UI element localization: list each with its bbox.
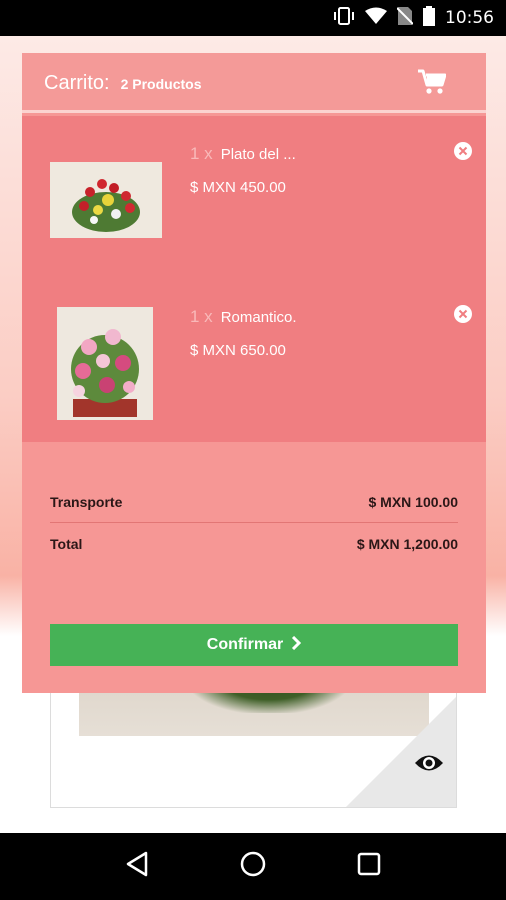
confirm-button[interactable]: Confirmar	[50, 624, 458, 666]
cart-item: 1 x Romantico. $ MXN 650.00	[22, 279, 486, 429]
wifi-icon	[365, 7, 387, 30]
item-quantity: 1 x	[190, 144, 213, 163]
eye-icon[interactable]	[414, 752, 444, 779]
navigation-bar	[0, 833, 506, 900]
item-quantity: 1 x	[190, 307, 213, 326]
cart-item: 1 x Plato del ... $ MXN 450.00	[22, 116, 486, 266]
total-label: Total	[50, 536, 83, 552]
recents-icon[interactable]	[357, 852, 381, 881]
home-icon[interactable]	[240, 851, 266, 882]
total-row: Total $ MXN 1,200.00	[50, 536, 458, 552]
battery-icon	[423, 5, 435, 31]
cart-item-count: 2 Productos	[120, 76, 202, 92]
shipping-label: Transporte	[50, 494, 123, 510]
item-thumbnail	[50, 162, 162, 238]
item-price: $ MXN 450.00	[190, 179, 286, 196]
cart-header: Carrito: 2 Productos	[22, 53, 486, 113]
total-value: $ MXN 1,200.00	[356, 536, 458, 552]
close-icon	[458, 309, 468, 319]
item-name[interactable]: Plato del ...	[221, 146, 296, 163]
summary-divider	[50, 522, 458, 523]
remove-item-button[interactable]	[454, 142, 472, 160]
confirm-label: Confirmar	[206, 636, 284, 653]
chevron-right-icon	[291, 635, 302, 655]
item-name[interactable]: Romantico.	[221, 309, 297, 326]
item-thumbnail	[57, 307, 153, 420]
item-price: $ MXN 650.00	[190, 342, 286, 359]
cart-panel: Carrito: 2 Productos 1 x Plato del ... $…	[22, 53, 486, 693]
back-icon[interactable]	[125, 851, 149, 882]
close-icon	[458, 146, 468, 156]
cart-icon[interactable]	[418, 69, 447, 100]
status-time: 10:56	[445, 8, 494, 28]
vibrate-icon	[333, 6, 355, 31]
cart-title: Carrito:	[44, 71, 110, 94]
shipping-value: $ MXN 100.00	[368, 494, 459, 510]
no-sim-icon	[396, 6, 414, 31]
cart-items: 1 x Plato del ... $ MXN 450.00 1 x Roman…	[22, 116, 486, 442]
header-divider	[22, 110, 486, 113]
remove-item-button[interactable]	[454, 305, 472, 323]
shipping-row: Transporte $ MXN 100.00	[50, 494, 458, 510]
status-bar: 10:56	[0, 0, 506, 36]
